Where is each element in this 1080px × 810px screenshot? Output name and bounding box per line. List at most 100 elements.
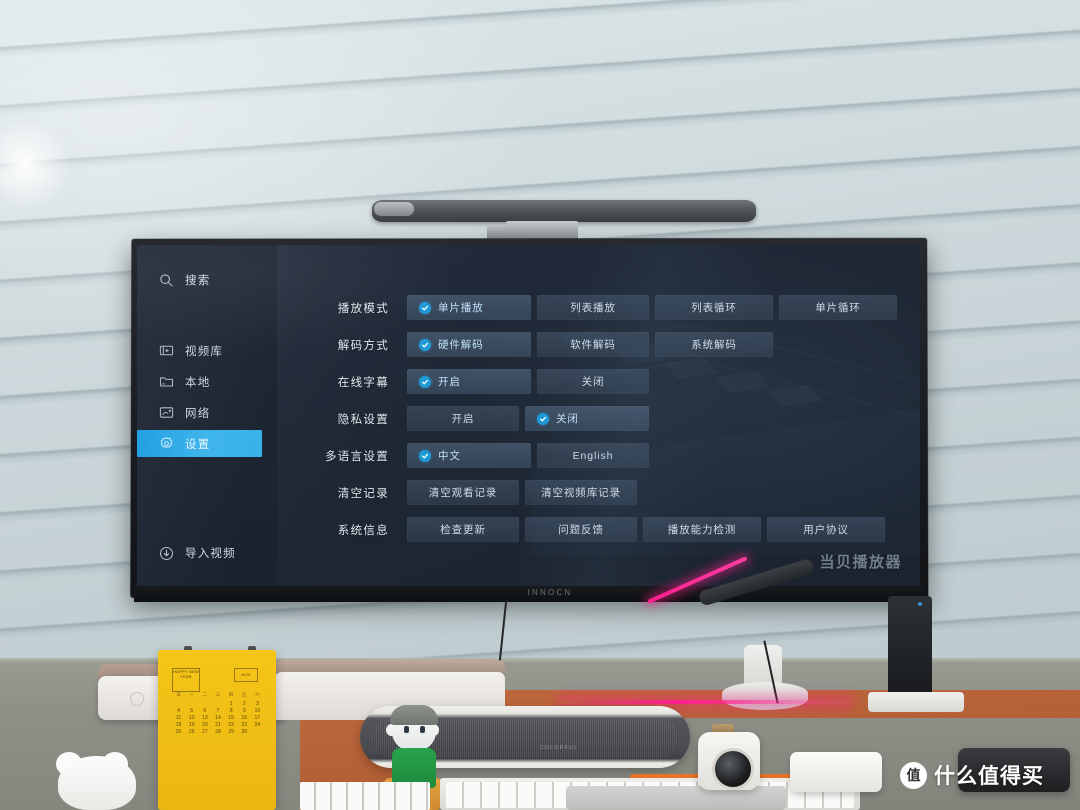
tablet-stand (868, 692, 964, 712)
settings-option[interactable]: 清空视频库记录 (525, 480, 637, 505)
settings-option[interactable]: 开启 (407, 406, 519, 431)
speaker-brand-label: COLORFUL (540, 745, 579, 751)
settings-row-label: 播放模式 (337, 302, 389, 315)
calendar-day: 30 (241, 729, 248, 735)
settings-option[interactable]: 用户协议 (767, 517, 885, 542)
calendar-day: 15 (228, 715, 235, 721)
settings-option[interactable]: 系统解码 (655, 332, 773, 357)
monitor-light-bar (372, 200, 756, 222)
figurine-eye-right (420, 726, 425, 733)
calendar-weekday: 日 (176, 692, 181, 697)
calendar-day: 25 (175, 729, 182, 735)
calendar-weekday: 五 (241, 692, 247, 697)
calendar-day: 17 (254, 715, 261, 721)
calendar-day: 26 (188, 729, 195, 735)
calendar-day: 29 (228, 729, 235, 735)
settings-row: 系统信息 检查更新 问题反馈 播放能力检测 用户协议 (277, 517, 920, 542)
keyboard-left-section[interactable] (300, 782, 430, 810)
calendar-day: 8 (229, 708, 233, 714)
settings-row-label: 隐私设置 (337, 413, 389, 426)
settings-option[interactable]: 清空观看记录 (407, 480, 519, 505)
calendar-day: 7 (216, 708, 220, 714)
calendar-day: 21 (215, 722, 221, 728)
watermark-text: 什么值得买 (934, 765, 1044, 788)
import-icon (159, 546, 174, 560)
plush-toy (58, 756, 136, 810)
settings-option-label: 播放能力检测 (667, 524, 737, 536)
settings-option-label: 开启 (438, 376, 461, 388)
sidebar-item-network[interactable]: 网络 (137, 399, 277, 426)
settings-row: 多语言设置 中文 English (277, 443, 920, 468)
settings-option[interactable]: 单片播放 (407, 295, 531, 320)
settings-row-label: 系统信息 (337, 524, 389, 537)
calendar-day: 27 (201, 729, 208, 735)
calendar-greeting: HAPPY NEW YEAR (172, 668, 200, 692)
calendar-day: 14 (215, 715, 221, 721)
settings-option-label: English (572, 449, 614, 462)
sidebar-item-label: 网络 (185, 407, 211, 420)
calendar-weekday: 三 (215, 692, 221, 697)
settings-option-label: 系统解码 (691, 339, 737, 351)
video-library-icon (159, 345, 174, 356)
settings-option[interactable]: 中文 (407, 443, 531, 468)
calendar-day: 6 (203, 708, 207, 714)
calendar-day: 19 (188, 722, 195, 728)
calendar-day: 4 (177, 708, 181, 714)
calendar-weekday: 四 (228, 692, 234, 697)
settings-option[interactable]: 问题反馈 (525, 517, 637, 542)
check-icon (537, 412, 549, 425)
calendar-day (185, 701, 198, 707)
app-logo: 当贝播放器 (819, 554, 902, 571)
settings-row-label: 解码方式 (337, 339, 389, 352)
settings-row: 隐私设置 开启 关闭 (277, 406, 920, 431)
calendar-day (198, 701, 211, 707)
watermark: 值 什么值得买 (900, 760, 1044, 790)
gear-icon (160, 437, 173, 448)
camera-lens (712, 748, 754, 790)
settings-row: 在线字幕 开启 关闭 (277, 369, 920, 394)
sidebar-item-import-video[interactable]: 导入视频 (159, 545, 236, 561)
settings-option[interactable]: 检查更新 (407, 517, 519, 542)
network-icon (159, 407, 174, 418)
calendar-day: 11 (175, 715, 182, 721)
figurine-cap (390, 705, 438, 725)
settings-option-label: 硬件解码 (438, 339, 484, 351)
sidebar-item-settings[interactable]: 设置 (137, 430, 262, 457)
sidebar-item-video-library[interactable]: 视频库 (137, 337, 277, 364)
folder-icon (159, 377, 174, 387)
calendar-day (172, 701, 185, 707)
settings-option-group: 开启 关闭 (407, 369, 649, 394)
settings-option-label: 列表播放 (570, 302, 616, 314)
settings-option[interactable]: 列表播放 (537, 295, 649, 320)
settings-option[interactable]: 关闭 (525, 406, 649, 431)
settings-option[interactable]: 关闭 (537, 369, 649, 394)
settings-option[interactable]: 播放能力检测 (643, 517, 761, 542)
settings-row: 清空记录 清空观看记录 清空视频库记录 (277, 480, 920, 505)
settings-panel: 播放模式 单片播放 列表播放 列表循环 单片循环 解码方式 硬件解码 软件解码 系统解码 在线字幕… (277, 245, 920, 586)
settings-option-label: 用户协议 (803, 524, 849, 536)
settings-option-label: 软件解码 (570, 339, 616, 351)
settings-option[interactable]: 开启 (407, 369, 531, 394)
sidebar-item-local[interactable]: 本地 (137, 368, 277, 395)
calendar-day: 16 (241, 715, 248, 721)
check-icon (419, 301, 431, 314)
settings-option[interactable]: 软件解码 (537, 332, 649, 357)
settings-option-group: 开启 关闭 (407, 406, 649, 431)
settings-option[interactable]: English (537, 443, 649, 468)
calendar-day (251, 729, 264, 735)
sidebar-item-label: 视频库 (185, 345, 224, 358)
settings-option-label: 列表循环 (691, 302, 737, 314)
sidebar-item-search[interactable]: 搜索 (159, 272, 210, 288)
settings-row-label: 多语言设置 (325, 450, 389, 463)
settings-option[interactable]: 列表循环 (655, 295, 773, 320)
settings-option[interactable]: 硬件解码 (407, 332, 531, 357)
settings-row: 解码方式 硬件解码 软件解码 系统解码 (277, 332, 920, 357)
calendar-day: 22 (228, 722, 235, 728)
sidebar-item-label: 设置 (185, 438, 211, 451)
calendar-day: 13 (201, 715, 208, 721)
settings-option-label: 关闭 (556, 413, 579, 425)
calendar-day: 9 (242, 708, 246, 714)
calendar-day: 1 (229, 701, 233, 707)
calendar-weekday: 六 (255, 692, 260, 697)
settings-option[interactable]: 单片循环 (779, 295, 897, 320)
